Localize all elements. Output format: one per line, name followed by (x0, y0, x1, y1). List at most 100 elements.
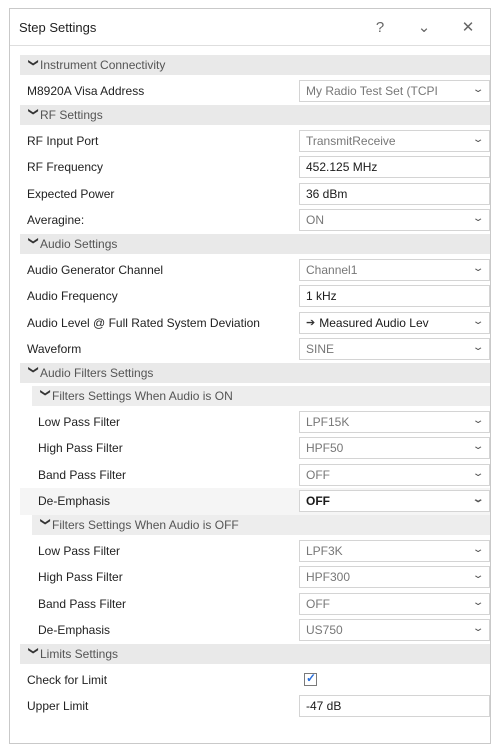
close-button[interactable]: ✕ (446, 9, 490, 45)
section-filters-audio-off[interactable]: ❯ Filters Settings When Audio is OFF (32, 514, 490, 535)
audio-level-label: Audio Level @ Full Rated System Deviatio… (27, 315, 260, 330)
off-band-pass-filter-dropdown[interactable]: OFF ⌄ (299, 592, 490, 615)
section-label: Filters Settings When Audio is ON (52, 388, 233, 403)
on-high-pass-filter-dropdown[interactable]: HPF50 ⌄ (299, 437, 490, 460)
rf-input-port-value: TransmitReceive (306, 133, 396, 148)
band-pass-filter-label: Band Pass Filter (38, 596, 127, 611)
row-visa-address: M8920A Visa Address My Radio Test Set (T… (20, 78, 490, 105)
section-filters-audio-on[interactable]: ❯ Filters Settings When Audio is ON (32, 385, 490, 406)
expected-power-label: Expected Power (27, 186, 115, 201)
chevron-down-icon: ⌄ (471, 441, 485, 453)
collapse-button[interactable]: ⌄ (402, 9, 446, 45)
row-upper-limit: Upper Limit -47 dB (20, 693, 490, 720)
settings-content: ❯ Instrument Connectivity M8920A Visa Add… (20, 55, 490, 720)
chevron-down-icon: ⌄ (471, 570, 485, 582)
section-instrument-connectivity[interactable]: ❯ Instrument Connectivity (20, 55, 490, 75)
step-settings-panel: Step Settings ? ⌄ ✕ ❯ Instrument Connecti… (9, 8, 491, 744)
section-label: Audio Filters Settings (40, 365, 154, 380)
band-pass-filter-label: Band Pass Filter (38, 467, 127, 482)
chevron-down-icon: ❯ (39, 517, 51, 526)
on-band-pass-filter-dropdown[interactable]: OFF ⌄ (299, 463, 490, 486)
off-band-pass-filter-value: OFF (306, 596, 330, 611)
visa-address-label: M8920A Visa Address (27, 84, 145, 99)
chevron-down-icon: ❯ (27, 107, 39, 116)
chevron-down-icon: ⌄ (471, 342, 485, 354)
on-low-pass-filter-value: LPF15K (306, 414, 350, 429)
chevron-down-icon: ⌄ (471, 494, 485, 506)
audio-generator-channel-label: Audio Generator Channel (27, 262, 164, 277)
row-on-de-emphasis: De-Emphasis OFF ⌄ (20, 488, 490, 515)
row-on-band-pass-filter: Band Pass Filter OFF ⌄ (20, 462, 490, 489)
audio-generator-channel-dropdown[interactable]: Channel1 ⌄ (299, 258, 490, 281)
upper-limit-input[interactable]: -47 dB (299, 695, 490, 718)
row-audio-generator-channel: Audio Generator Channel Channel1 ⌄ (20, 257, 490, 284)
low-pass-filter-label: Low Pass Filter (38, 543, 121, 558)
check-for-limit-checkbox[interactable]: ✓ (304, 671, 317, 686)
low-pass-filter-label: Low Pass Filter (38, 414, 121, 429)
row-audio-frequency: Audio Frequency 1 kHz (20, 283, 490, 310)
row-audio-level: Audio Level @ Full Rated System Deviatio… (20, 310, 490, 337)
check-for-limit-label: Check for Limit (27, 672, 108, 687)
row-off-de-emphasis: De-Emphasis US750 ⌄ (20, 617, 490, 644)
off-high-pass-filter-dropdown[interactable]: HPF300 ⌄ (299, 566, 490, 589)
high-pass-filter-label: High Pass Filter (38, 570, 123, 585)
row-check-for-limit: Check for Limit ✓ (20, 667, 490, 694)
chevron-down-icon: ⌄ (471, 414, 485, 426)
on-band-pass-filter-value: OFF (306, 467, 330, 482)
audio-level-value: Measured Audio Lev (319, 315, 429, 330)
on-de-emphasis-value: OFF (306, 494, 330, 509)
section-audio-settings[interactable]: ❯ Audio Settings (20, 233, 490, 254)
audio-frequency-input[interactable]: 1 kHz (299, 285, 490, 308)
off-de-emphasis-value: US750 (306, 623, 343, 638)
on-de-emphasis-dropdown[interactable]: OFF ⌄ (299, 490, 490, 513)
section-label: Filters Settings When Audio is OFF (52, 517, 239, 532)
row-averaging: Averagine: ON ⌄ (20, 207, 490, 234)
panel-title: Step Settings (19, 19, 97, 35)
chevron-down-icon: ❯ (27, 365, 39, 374)
section-limits-settings[interactable]: ❯ Limits Settings (20, 643, 490, 664)
chevron-down-icon: ❯ (27, 236, 39, 245)
chevron-down-icon: ⌄ (471, 133, 485, 145)
averaging-dropdown[interactable]: ON ⌄ (299, 209, 490, 232)
rf-input-port-dropdown[interactable]: TransmitReceive ⌄ (299, 129, 490, 152)
waveform-label: Waveform (27, 342, 82, 357)
rf-input-port-label: RF Input Port (27, 133, 99, 148)
section-rf-settings[interactable]: ❯ RF Settings (20, 104, 490, 125)
chevron-down-icon: ❯ (27, 58, 39, 67)
row-off-band-pass-filter: Band Pass Filter OFF ⌄ (20, 591, 490, 618)
off-de-emphasis-dropdown[interactable]: US750 ⌄ (299, 619, 490, 642)
row-expected-power: Expected Power 36 dBm (20, 181, 490, 208)
rf-frequency-label: RF Frequency (27, 160, 104, 175)
waveform-dropdown[interactable]: SINE ⌄ (299, 338, 490, 361)
off-low-pass-filter-value: LPF3K (306, 543, 343, 558)
help-button[interactable]: ? (358, 9, 402, 45)
audio-level-dropdown[interactable]: ➔ Measured Audio Lev ⌄ (299, 311, 490, 334)
chevron-down-icon: ⌄ (471, 596, 485, 608)
rf-frequency-input[interactable]: 452.125 MHz (299, 156, 490, 179)
off-low-pass-filter-dropdown[interactable]: LPF3K ⌄ (299, 539, 490, 562)
visa-address-dropdown[interactable]: My Radio Test Set (TCPI ⌄ (299, 80, 490, 103)
chevron-down-icon: ❯ (27, 646, 39, 655)
section-label: Instrument Connectivity (40, 58, 166, 72)
averaging-value: ON (306, 213, 324, 228)
chevron-down-icon: ⌄ (471, 213, 485, 225)
row-off-high-pass-filter: High Pass Filter HPF300 ⌄ (20, 564, 490, 591)
section-audio-filters[interactable]: ❯ Audio Filters Settings (20, 362, 490, 383)
high-pass-filter-label: High Pass Filter (38, 441, 123, 456)
chevron-down-icon: ❯ (39, 388, 51, 397)
section-label: RF Settings (40, 107, 103, 122)
chevron-down-icon: ⌄ (471, 543, 485, 555)
on-low-pass-filter-dropdown[interactable]: LPF15K ⌄ (299, 410, 490, 433)
chevron-down-icon: ⌄ (471, 262, 485, 274)
title-bar: Step Settings ? ⌄ ✕ (10, 9, 490, 46)
row-on-low-pass-filter: Low Pass Filter LPF15K ⌄ (20, 409, 490, 436)
expected-power-input[interactable]: 36 dBm (299, 182, 490, 205)
averaging-label: Averagine: (27, 213, 85, 228)
chevron-down-icon: ⌄ (471, 84, 485, 96)
de-emphasis-label: De-Emphasis (38, 494, 111, 509)
row-rf-frequency: RF Frequency 452.125 MHz (20, 154, 490, 181)
de-emphasis-label: De-Emphasis (38, 623, 111, 638)
audio-generator-channel-value: Channel1 (306, 262, 358, 277)
visa-address-value: My Radio Test Set (TCPI (306, 84, 438, 99)
row-waveform: Waveform SINE ⌄ (20, 336, 490, 363)
